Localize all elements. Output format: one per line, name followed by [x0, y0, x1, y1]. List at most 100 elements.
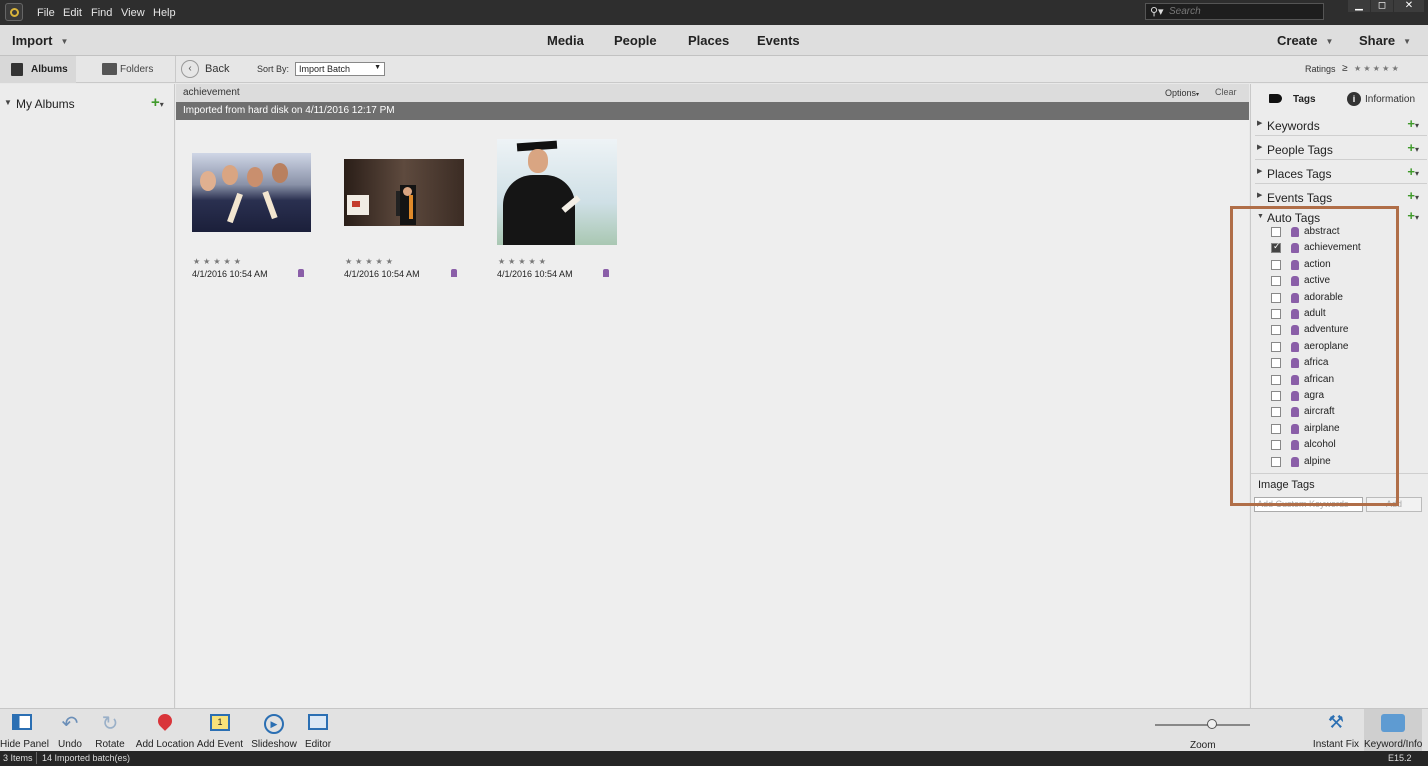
- photo-date: 4/1/2016 10:54 AM: [344, 269, 420, 279]
- rating-stars[interactable]: ★★★★★: [193, 257, 244, 266]
- slideshow-button[interactable]: ▶ Slideshow: [250, 709, 298, 752]
- tab-albums[interactable]: Albums: [0, 56, 76, 83]
- albums-label: Albums: [31, 64, 68, 75]
- ratings-operator[interactable]: ≥: [1342, 63, 1348, 74]
- instant-fix-button[interactable]: ⚒ Instant Fix: [1312, 709, 1360, 752]
- add-places-tag-icon[interactable]: +▾: [1407, 164, 1419, 179]
- batch-count: 14 Imported batch(es): [42, 753, 131, 763]
- places-tags-section[interactable]: ▶ Places Tags +▾: [1255, 162, 1427, 184]
- search-icon[interactable]: ⚲▾: [1150, 5, 1164, 18]
- tag-icon: [1269, 94, 1282, 103]
- add-event-button[interactable]: 1 Add Event: [196, 709, 244, 752]
- photo-thumbnail-2[interactable]: [344, 159, 464, 226]
- slideshow-label: Slideshow: [251, 739, 297, 750]
- rotate-button[interactable]: ↻ Rotate: [90, 709, 130, 752]
- zoom-slider-handle[interactable]: [1207, 719, 1217, 729]
- menu-file[interactable]: File: [37, 7, 55, 19]
- menu-help[interactable]: Help: [153, 7, 176, 19]
- keyword-info-button[interactable]: Keyword/Info: [1364, 709, 1422, 752]
- location-pin-icon: [155, 711, 175, 731]
- photo-thumbnail-1[interactable]: [192, 153, 311, 232]
- app-logo-icon: [5, 3, 23, 21]
- divider: [36, 752, 37, 764]
- folders-label: Folders: [120, 64, 154, 75]
- close-button[interactable]: ✕: [1394, 0, 1424, 12]
- sort-by-select[interactable]: Import Batch ▼: [295, 62, 385, 76]
- add-auto-tag-icon[interactable]: +▾: [1407, 208, 1419, 223]
- events-tags-label: Events Tags: [1267, 191, 1333, 205]
- rating-stars[interactable]: ★★★★★: [498, 257, 549, 266]
- info-icon: i: [1347, 92, 1361, 106]
- ratings-filter-stars[interactable]: ★ ★ ★ ★ ★: [1354, 64, 1399, 73]
- bottom-toolbar: Hide Panel ↶ Undo ↻ Rotate Add Location …: [0, 708, 1428, 752]
- hide-panel-button[interactable]: Hide Panel: [0, 709, 49, 752]
- instant-fix-label: Instant Fix: [1312, 739, 1360, 750]
- tab-folders[interactable]: Folders: [100, 56, 170, 83]
- back-label: Back: [205, 63, 230, 75]
- item-count: 3 Items: [3, 753, 33, 763]
- zoom-slider[interactable]: [1155, 719, 1250, 729]
- my-albums-label: My Albums: [16, 97, 75, 111]
- undo-icon: ↶: [61, 713, 79, 735]
- tab-events[interactable]: Events: [757, 33, 800, 48]
- tab-media[interactable]: Media: [547, 33, 584, 48]
- annotation-highlight-box: [1230, 206, 1399, 506]
- rotate-label: Rotate: [95, 739, 125, 750]
- add-album-icon[interactable]: +▾: [151, 94, 164, 111]
- maximize-button[interactable]: ◻: [1371, 0, 1393, 12]
- tab-tags[interactable]: Tags: [1266, 92, 1326, 110]
- main-nav: Import ▼ Media People Places Events Creat…: [0, 25, 1428, 56]
- add-events-tag-icon[interactable]: +▾: [1407, 188, 1419, 203]
- undo-button[interactable]: ↶ Undo: [50, 709, 90, 752]
- tab-places[interactable]: Places: [688, 33, 729, 48]
- places-tags-label: Places Tags: [1267, 167, 1332, 181]
- menu-view[interactable]: View: [121, 7, 145, 19]
- active-filter-tag: achievement: [183, 87, 240, 98]
- menu-find[interactable]: Find: [91, 7, 112, 19]
- events-tags-section[interactable]: ▶ Events Tags +▾: [1255, 186, 1427, 208]
- my-albums-header[interactable]: ▼ My Albums +▾: [0, 94, 174, 114]
- keywords-section[interactable]: ▶ Keywords +▾: [1255, 114, 1427, 136]
- menu-edit[interactable]: Edit: [63, 7, 82, 19]
- editor-icon: [308, 714, 328, 730]
- title-bar: File Edit Find View Help ⚲▾ Search ▁ ◻ ✕: [0, 0, 1428, 25]
- editor-label: Editor: [304, 739, 332, 750]
- add-event-label: Add Event: [196, 739, 244, 750]
- undo-label: Undo: [58, 739, 82, 750]
- toolbar: Albums Folders ‹ Back Sort By: Import Ba…: [0, 56, 1428, 83]
- options-button[interactable]: Options▾: [1165, 88, 1199, 98]
- folder-icon: [102, 63, 117, 75]
- magic-wand-icon: ⚒: [1327, 712, 1345, 732]
- editor-button[interactable]: Editor: [298, 709, 338, 752]
- tab-information[interactable]: i Information: [1347, 92, 1427, 110]
- share-button[interactable]: Share ▼: [1359, 33, 1411, 48]
- photo-date: 4/1/2016 10:54 AM: [192, 269, 268, 279]
- people-tags-section[interactable]: ▶ People Tags +▾: [1255, 138, 1427, 160]
- sort-by-label: Sort By:: [257, 64, 290, 74]
- minimize-button[interactable]: ▁: [1348, 0, 1370, 12]
- add-location-button[interactable]: Add Location: [133, 709, 197, 752]
- hide-panel-label: Hide Panel: [0, 739, 49, 750]
- search-input[interactable]: ⚲▾ Search: [1145, 3, 1324, 20]
- sort-by-value: Import Batch: [299, 64, 351, 74]
- tag-icon: [298, 269, 304, 277]
- photo-thumbnail-3[interactable]: [497, 139, 617, 245]
- add-people-tag-icon[interactable]: +▾: [1407, 140, 1419, 155]
- photo-date: 4/1/2016 10:54 AM: [497, 269, 573, 279]
- create-button[interactable]: Create ▼: [1277, 33, 1333, 48]
- import-button[interactable]: Import ▼: [12, 33, 68, 48]
- divider: [175, 56, 176, 83]
- zoom-label: Zoom: [1190, 740, 1216, 751]
- album-icon: [11, 63, 23, 76]
- tag-icon: [451, 269, 457, 277]
- rotate-icon: ↻: [101, 713, 119, 735]
- tab-people[interactable]: People: [614, 33, 657, 48]
- tags-tab-label: Tags: [1293, 94, 1316, 105]
- people-tags-label: People Tags: [1267, 143, 1333, 157]
- version-label: E15.2: [1388, 753, 1412, 763]
- rating-stars[interactable]: ★★★★★: [345, 257, 396, 266]
- clear-filter-button[interactable]: Clear: [1215, 87, 1237, 97]
- add-keyword-icon[interactable]: +▾: [1407, 116, 1419, 131]
- triangle-right-icon: ▶: [1257, 192, 1263, 199]
- back-button[interactable]: ‹ Back: [181, 59, 231, 80]
